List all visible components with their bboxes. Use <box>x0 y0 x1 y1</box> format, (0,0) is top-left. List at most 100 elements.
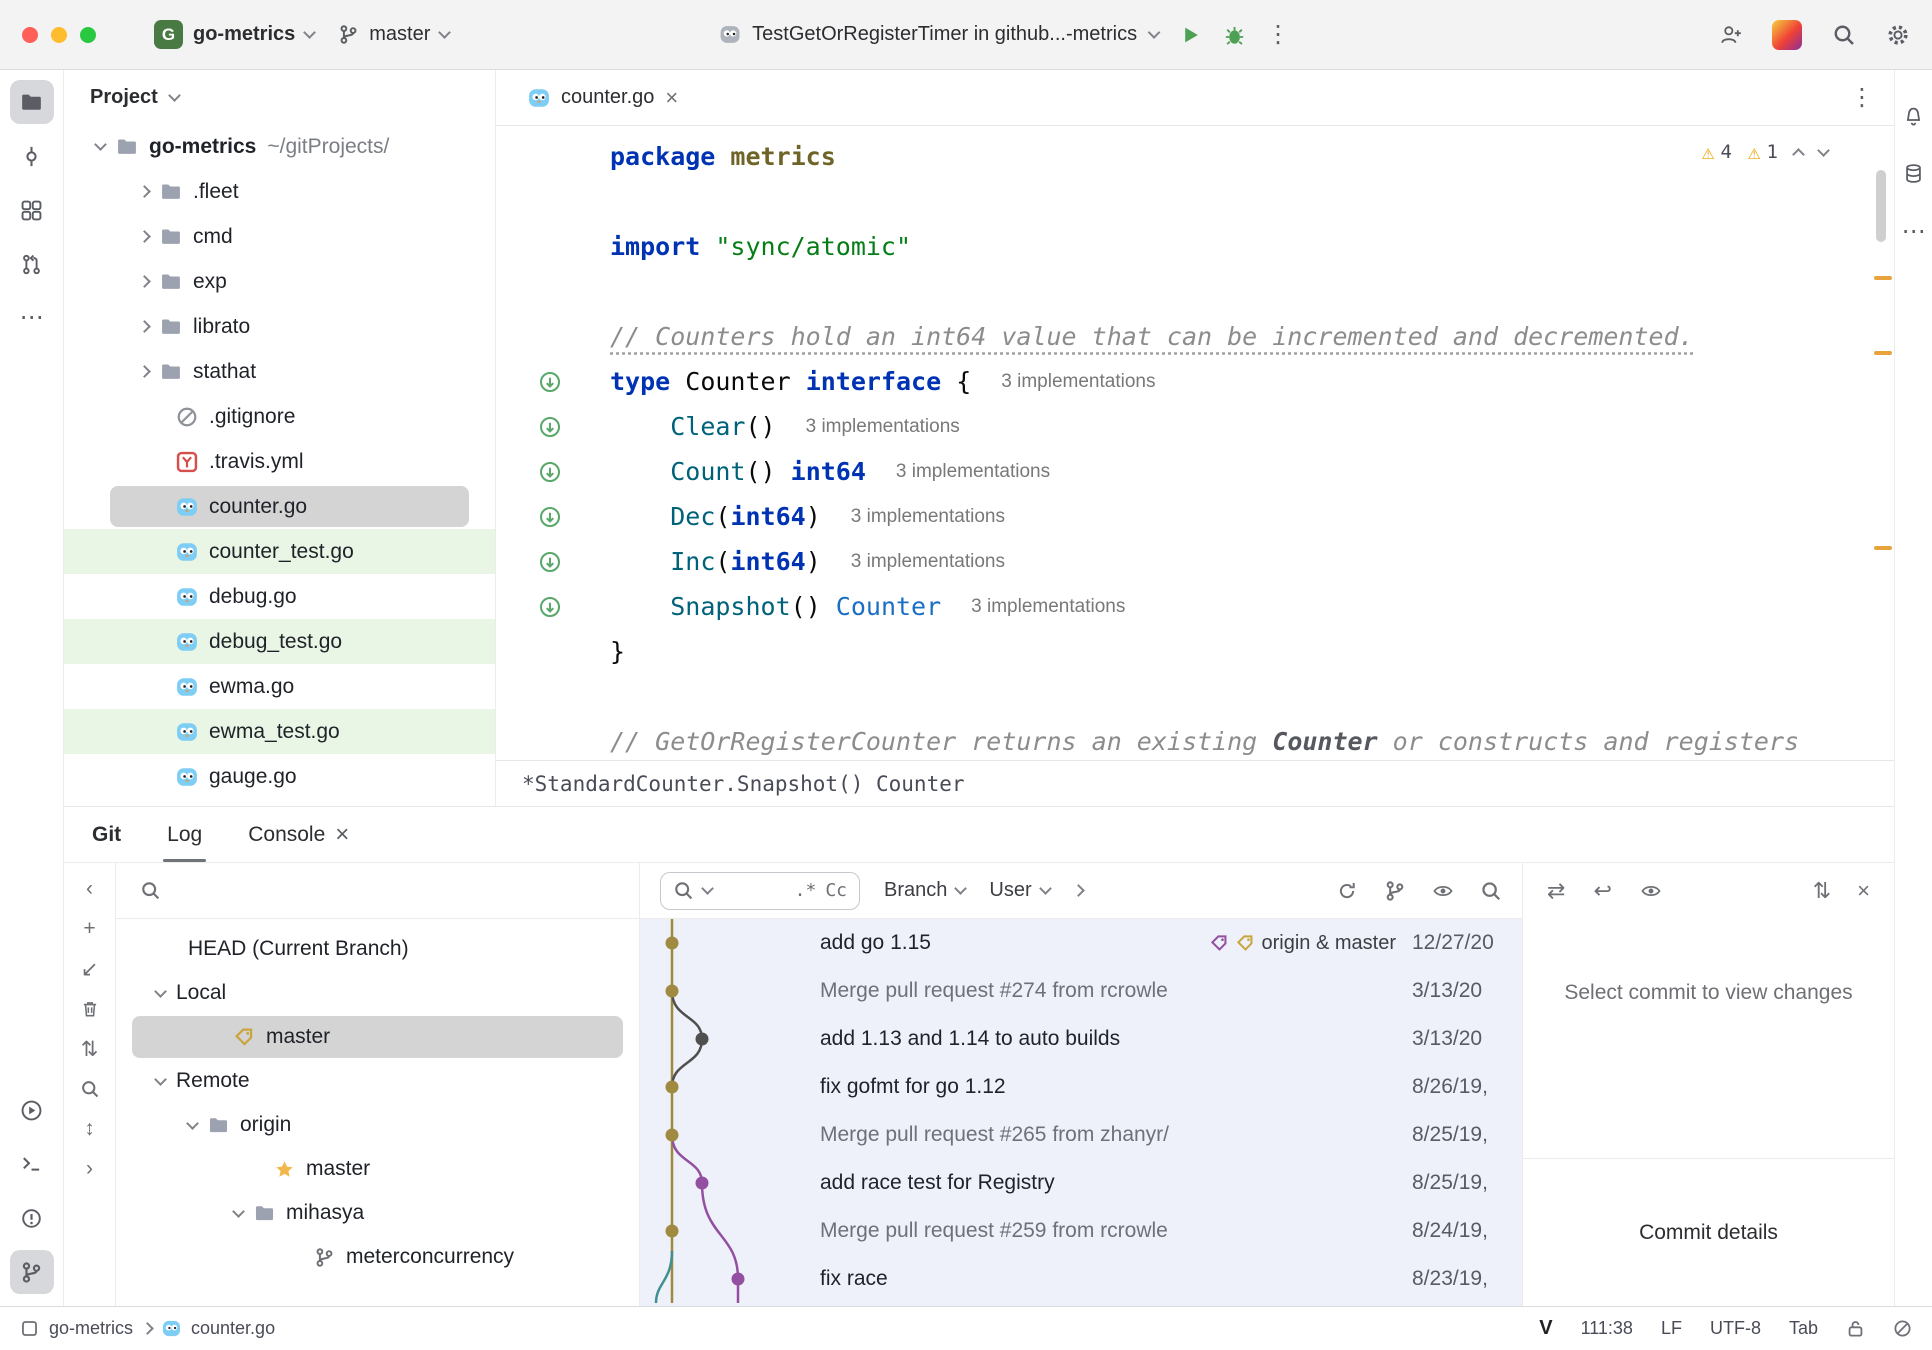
eye-icon[interactable] <box>1432 880 1454 902</box>
statusbar-project[interactable]: go-metrics <box>49 1318 133 1339</box>
tree-item[interactable]: debug_test.go <box>64 619 495 664</box>
tree-item[interactable]: counter_test.go <box>64 529 495 574</box>
statusbar-file[interactable]: counter.go <box>191 1318 275 1339</box>
tree-item[interactable]: stathat <box>64 349 495 394</box>
commit-details-section[interactable]: Commit details <box>1523 1158 1894 1306</box>
code-line[interactable] <box>496 674 1894 719</box>
fetch-icon[interactable]: ⇅ <box>72 1031 108 1067</box>
tree-item[interactable]: gauge.go <box>64 754 495 799</box>
branch-row[interactable]: Local <box>116 971 639 1015</box>
run-configuration-selector[interactable]: TestGetOrRegisterTimer in github...-metr… <box>719 23 1158 46</box>
tree-item[interactable]: ewma_test.go <box>64 709 495 754</box>
implemented-gutter-icon[interactable] <box>520 595 580 619</box>
inspection-widget[interactable]: ⚠ 4 ⚠ 1 <box>1702 140 1828 164</box>
code-line[interactable]: Count() int643 implementations <box>496 449 1894 494</box>
next-problem-icon[interactable] <box>1817 144 1830 157</box>
code-with-me-icon[interactable] <box>1718 23 1742 47</box>
graph-options-icon[interactable] <box>1384 880 1406 902</box>
unlock-icon[interactable] <box>1846 1319 1865 1338</box>
more-run-actions-icon[interactable]: ⋮ <box>1266 23 1290 47</box>
pull-requests-tool-button[interactable] <box>10 242 54 286</box>
branch-row[interactable]: Remote <box>116 1059 639 1103</box>
minimize-window-button[interactable] <box>51 27 67 43</box>
collapse-left-icon[interactable]: ‹ <box>72 871 108 907</box>
commit-row[interactable]: add go 1.15 origin & master 12/27/20 <box>640 919 1522 967</box>
branch-refs-label[interactable]: origin & master <box>1210 932 1397 955</box>
zoom-window-button[interactable] <box>80 27 96 43</box>
commit-search-field[interactable]: .* Cc <box>660 872 860 910</box>
tree-item[interactable]: .fleet <box>64 169 495 214</box>
warning-stripe-mark[interactable] <box>1874 546 1892 550</box>
code-line[interactable]: Dec(int64)3 implementations <box>496 494 1894 539</box>
more-tool-windows-icon[interactable]: ⋯ <box>10 296 54 340</box>
tree-item[interactable]: cmd <box>64 214 495 259</box>
close-tab-icon[interactable]: × <box>665 85 678 111</box>
tab-options-icon[interactable]: ⋮ <box>1850 86 1894 110</box>
collapse-icon[interactable]: × <box>1857 878 1870 904</box>
expand-icon[interactable]: ↕ <box>72 1111 108 1147</box>
implemented-gutter-icon[interactable] <box>520 460 580 484</box>
code-line[interactable]: } <box>496 629 1894 674</box>
more-tool-windows-icon[interactable]: ⋯ <box>1902 220 1926 244</box>
debug-button[interactable] <box>1222 23 1246 47</box>
code-area[interactable]: ⚠ 4 ⚠ 1 package metrics import "sync/atom… <box>496 126 1894 760</box>
warning-stripe-mark[interactable] <box>1874 351 1892 355</box>
rollback-icon[interactable]: ↩ <box>1593 878 1611 904</box>
branch-row[interactable]: meterconcurrency <box>116 1235 639 1279</box>
tree-item[interactable]: debug.go <box>64 574 495 619</box>
code-line[interactable]: import "sync/atomic" <box>496 224 1894 269</box>
branch-row[interactable]: master <box>116 1015 639 1059</box>
delete-icon[interactable] <box>72 991 108 1027</box>
tree-item[interactable]: .gitignore <box>64 394 495 439</box>
notifications-tool-button[interactable] <box>1903 106 1924 127</box>
implementations-inlay-hint[interactable]: 3 implementations <box>896 461 1050 483</box>
implementations-inlay-hint[interactable]: 3 implementations <box>851 506 1005 528</box>
inspections-status-icon[interactable] <box>1893 1319 1912 1338</box>
indent-style[interactable]: Tab <box>1789 1318 1818 1339</box>
branch-search-field[interactable] <box>116 863 639 919</box>
implemented-gutter-icon[interactable] <box>520 370 580 394</box>
project-tool-button[interactable] <box>10 80 54 124</box>
implemented-gutter-icon[interactable] <box>520 415 580 439</box>
editor-scrollbar[interactable] <box>1876 170 1886 242</box>
commit-row[interactable]: add race test for Registry 8/25/19, <box>640 1159 1522 1207</box>
tree-item[interactable]: .travis.yml <box>64 439 495 484</box>
commit-row[interactable]: fix gofmt for go 1.12 8/26/19, <box>640 1063 1522 1111</box>
project-panel-header[interactable]: Project <box>64 70 495 124</box>
tree-item[interactable]: ewma.go <box>64 664 495 709</box>
code-line[interactable]: Clear()3 implementations <box>496 404 1894 449</box>
expand-all-icon[interactable]: ⇅ <box>1813 878 1831 904</box>
code-line[interactable]: package metrics <box>496 134 1894 179</box>
file-encoding[interactable]: UTF-8 <box>1710 1318 1761 1339</box>
compare-icon[interactable]: ⇄ <box>1547 878 1565 904</box>
branch-widget[interactable]: master <box>326 17 461 52</box>
branch-row[interactable]: HEAD (Current Branch) <box>116 927 639 971</box>
add-icon[interactable]: + <box>72 911 108 947</box>
branch-filter[interactable]: Branch <box>884 879 965 902</box>
branch-row[interactable]: master <box>116 1147 639 1191</box>
warning-badge[interactable]: ⚠ 4 <box>1702 140 1732 164</box>
implementations-inlay-hint[interactable]: 3 implementations <box>971 596 1125 618</box>
match-case-toggle[interactable]: Cc <box>825 880 847 901</box>
code-line[interactable]: Inc(int64)3 implementations <box>496 539 1894 584</box>
commit-row[interactable]: add 1.13 and 1.14 to auto builds 3/13/20 <box>640 1015 1522 1063</box>
project-widget[interactable]: G go-metrics <box>142 14 326 55</box>
eye-icon[interactable] <box>1640 880 1662 902</box>
problems-tool-button[interactable] <box>10 1196 54 1240</box>
tree-item[interactable]: counter.go <box>64 484 495 529</box>
vim-plugin-icon[interactable]: V <box>1539 1317 1552 1340</box>
code-line[interactable]: // GetOrRegisterCounter returns an exist… <box>496 719 1894 760</box>
implementations-inlay-hint[interactable]: 3 implementations <box>851 551 1005 573</box>
implemented-gutter-icon[interactable] <box>520 505 580 529</box>
search-everywhere-icon[interactable] <box>1832 23 1856 47</box>
commit-row[interactable]: Merge pull request #274 from rcrowle 3/1… <box>640 967 1522 1015</box>
warning-stripe-mark[interactable] <box>1874 276 1892 280</box>
previous-problem-icon[interactable] <box>1792 148 1805 161</box>
search-icon[interactable] <box>72 1071 108 1107</box>
structure-tool-button[interactable] <box>10 188 54 232</box>
user-filter[interactable]: User <box>989 879 1049 902</box>
code-line[interactable]: type Counter interface {3 implementation… <box>496 359 1894 404</box>
implementations-inlay-hint[interactable]: 3 implementations <box>806 416 960 438</box>
branch-row[interactable]: mihasya <box>116 1191 639 1235</box>
branch-row[interactable]: origin <box>116 1103 639 1147</box>
